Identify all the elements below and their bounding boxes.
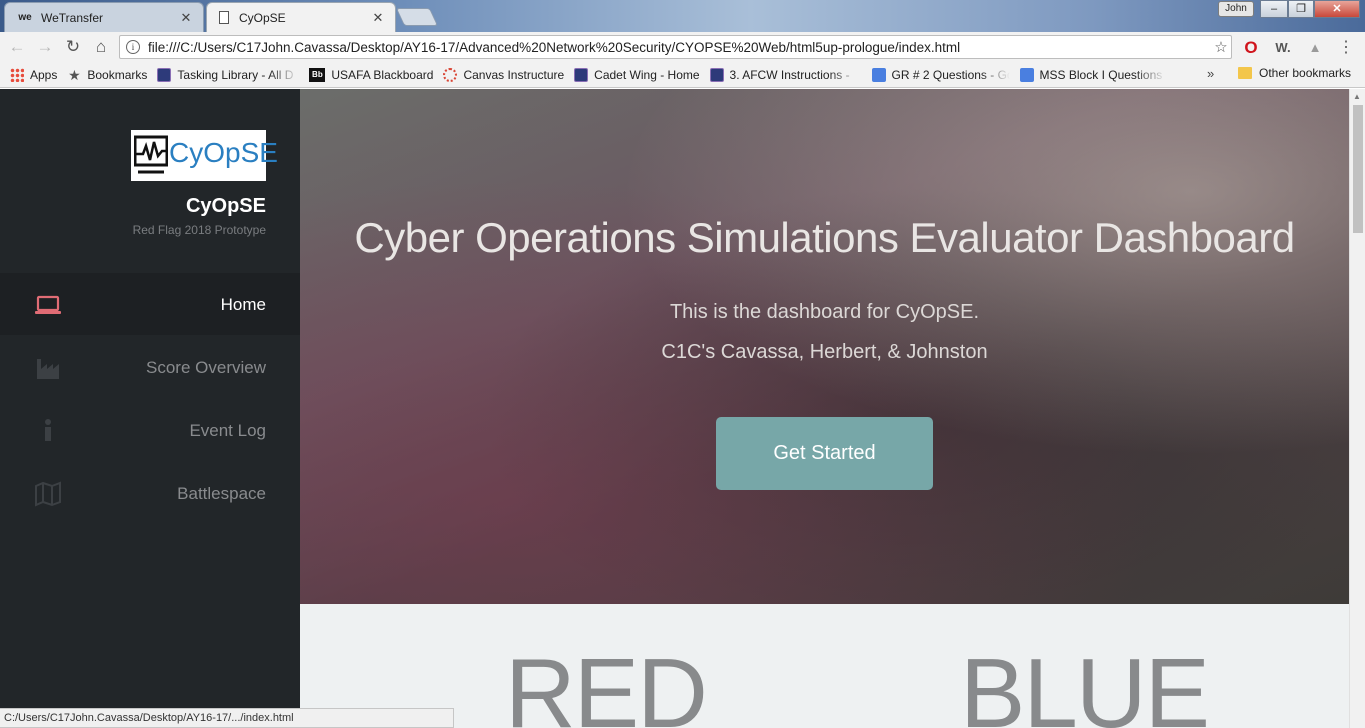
scroll-up-arrow-icon[interactable]: ▲ <box>1353 92 1361 101</box>
team-red-heading: RED <box>505 638 708 728</box>
bookmark-label: USAFA Blackboard <box>331 67 434 82</box>
bookmark-gr2-questions[interactable]: GR # 2 Questions - Go <box>871 67 1010 82</box>
back-arrow-icon[interactable]: ← <box>6 36 28 58</box>
google-doc-icon <box>1019 67 1034 82</box>
profile-button[interactable]: John <box>1218 1 1254 17</box>
minimize-button[interactable]: – <box>1260 0 1288 18</box>
sidebar-item-label: Battlespace <box>177 484 266 503</box>
crest-icon <box>574 67 589 82</box>
tab-title: CyOpSE <box>239 10 286 25</box>
bookmark-label: Bookmarks <box>87 67 148 82</box>
brand-subtitle: Red Flag 2018 Prototype <box>132 223 266 237</box>
menu-kebab-icon[interactable]: ⋮ <box>1336 38 1356 58</box>
sidebar-item-battlespace[interactable]: Battlespace <box>0 462 300 524</box>
logo-text: CyOpSE <box>169 137 278 168</box>
monitor-heartbeat-icon <box>134 135 168 174</box>
bookmark-label: Apps <box>30 67 58 82</box>
sidebar-item-event-log[interactable]: Event Log <box>0 399 300 461</box>
google-doc-icon <box>871 67 886 82</box>
bookmark-usafa-blackboard[interactable]: Bb USAFA Blackboard <box>309 67 434 82</box>
teams-section: RED BLUE <box>300 604 1349 728</box>
close-icon[interactable]: ✕ <box>369 10 387 26</box>
bookmark-cadet-wing[interactable]: Cadet Wing - Home <box>574 67 700 82</box>
page-title: Cyber Operations Simulations Evaluator D… <box>354 214 1295 261</box>
document-icon <box>219 11 229 24</box>
hero-description: This is the dashboard for CyOpSE. <box>669 301 980 323</box>
sidebar: CyOpSE CyOpSE Red Flag 2018 Prototype Ho… <box>0 89 300 728</box>
bookmarks-bar: Apps ★ Bookmarks Tasking Library - All D… <box>0 62 1365 88</box>
star-icon: ★ <box>68 66 81 83</box>
home-icon[interactable]: ⌂ <box>90 36 112 58</box>
reload-icon[interactable]: ↻ <box>62 36 84 58</box>
tab-strip: we WeTransfer ✕ CyOpSE ✕ John – ❐ ✕ <box>0 0 1365 32</box>
url-text[interactable]: file:///C:/Users/C17John.Cavassa/Desktop… <box>148 40 1211 55</box>
bookmark-label: Canvas Instructure <box>463 67 565 82</box>
bookmark-label: GR # 2 Questions - Go <box>891 67 1010 82</box>
sidebar-item-label: Score Overview <box>146 358 266 377</box>
drive-extension-icon[interactable]: ▲ <box>1305 38 1325 58</box>
bookmark-afcw-instructions[interactable]: 3. AFCW Instructions - <box>709 67 862 82</box>
hero-authors: C1C's Cavassa, Herbert, & Johnston <box>661 341 988 363</box>
scrollbar-thumb[interactable] <box>1353 105 1363 233</box>
maximize-button[interactable]: ❐ <box>1288 0 1314 18</box>
status-bar: C:/Users/C17John.Cavassa/Desktop/AY16-17… <box>0 708 454 728</box>
page-scrollbar[interactable]: ▲ <box>1349 89 1365 728</box>
other-bookmarks[interactable]: Other bookmarks <box>1238 66 1351 80</box>
bookmark-tasking-library[interactable]: Tasking Library - All D <box>157 67 299 82</box>
tab-title: WeTransfer <box>41 10 104 25</box>
tab-cyopse[interactable]: CyOpSE ✕ <box>206 2 396 32</box>
bookmark-canvas[interactable]: Canvas Instructure <box>443 67 565 82</box>
bookmark-label: Tasking Library - All D <box>177 67 294 82</box>
team-blue-heading: BLUE <box>960 638 1210 728</box>
sidebar-item-home[interactable]: Home <box>0 273 300 335</box>
tab-wetransfer[interactable]: we WeTransfer ✕ <box>4 2 204 32</box>
close-icon[interactable]: ✕ <box>177 10 195 26</box>
browser-toolbar: ← → ↻ ⌂ i file:///C:/Users/C17John.Cavas… <box>0 32 1365 62</box>
crest-icon <box>157 67 172 82</box>
info-icon <box>45 419 51 441</box>
opera-extension-icon[interactable]: O <box>1241 38 1261 58</box>
map-icon <box>35 481 61 507</box>
hero-banner: Cyber Operations Simulations Evaluator D… <box>300 89 1349 604</box>
bookmark-apps[interactable]: Apps <box>10 67 58 82</box>
window-close-button[interactable]: ✕ <box>1314 0 1360 18</box>
canvas-icon <box>443 67 458 82</box>
bookmark-bookmarks[interactable]: ★ Bookmarks <box>67 68 147 82</box>
sidebar-item-label: Home <box>220 295 266 314</box>
main-content: Cyber Operations Simulations Evaluator D… <box>300 89 1349 728</box>
address-bar[interactable]: i file:///C:/Users/C17John.Cavassa/Deskt… <box>119 35 1232 59</box>
new-tab-button[interactable] <box>395 8 439 26</box>
folder-icon <box>1238 67 1252 79</box>
w-extension-icon[interactable]: W. <box>1273 38 1293 58</box>
factory-chart-icon <box>37 359 59 379</box>
bookmark-label: 3. AFCW Instructions - <box>729 67 850 82</box>
bookmark-star-icon[interactable]: ☆ <box>1211 38 1231 56</box>
get-started-button[interactable]: Get Started <box>716 417 933 490</box>
crest-icon <box>709 67 724 82</box>
sidebar-item-score-overview[interactable]: Score Overview <box>0 336 300 398</box>
bookmarks-overflow-chevron-icon[interactable]: » <box>1207 66 1214 81</box>
laptop-icon <box>35 295 61 314</box>
brand-title: CyOpSE <box>185 195 266 217</box>
forward-arrow-icon[interactable]: → <box>34 36 56 58</box>
wetransfer-icon: we <box>18 12 32 23</box>
cyopse-logo[interactable]: CyOpSE <box>131 130 278 181</box>
bookmark-label: Cadet Wing - Home <box>594 67 700 82</box>
sidebar-item-label: Event Log <box>189 421 266 440</box>
bookmark-label: MSS Block I Questions <box>1039 67 1163 82</box>
bookmark-mss-block[interactable]: MSS Block I Questions <box>1019 67 1166 82</box>
apps-grid-icon <box>10 67 24 82</box>
info-icon[interactable]: i <box>126 40 140 54</box>
other-bookmarks-label: Other bookmarks <box>1259 66 1352 80</box>
blackboard-icon: Bb <box>309 67 326 82</box>
